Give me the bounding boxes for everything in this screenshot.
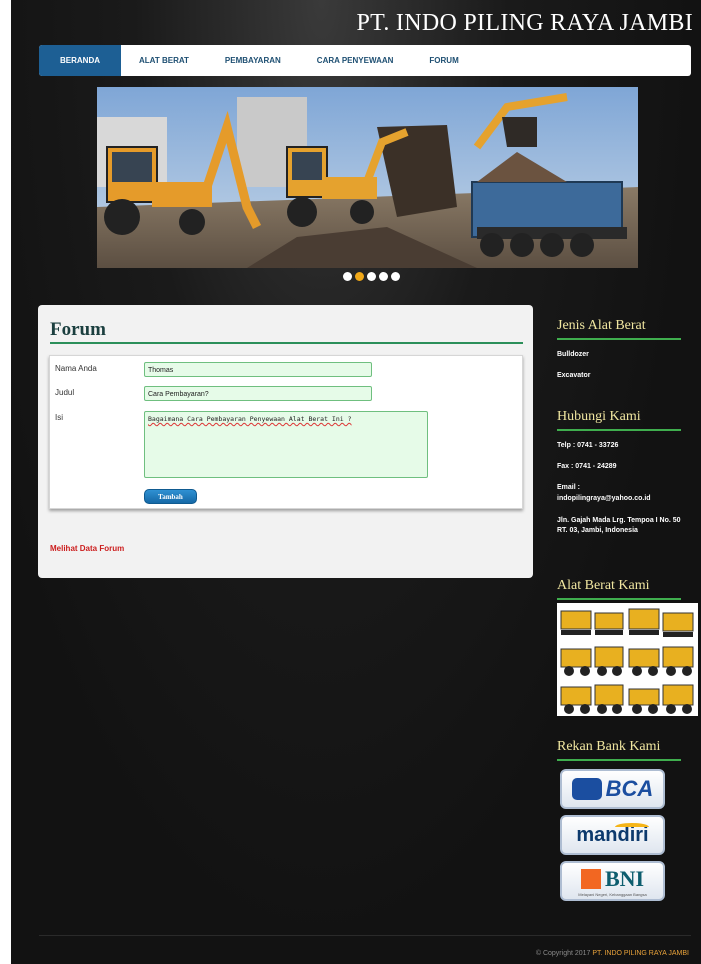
copyright: © Copyright 2017 PT. INDO PILING RAYA JA…: [536, 950, 689, 957]
slider-dots: [343, 272, 400, 281]
contact-email[interactable]: indopilingraya@yahoo.co.id: [557, 494, 681, 504]
hero-banner-image: [97, 87, 638, 268]
submit-button[interactable]: Tambah: [144, 489, 197, 504]
body-text: Bagaimana Cara Pembayaran Penyewaan Alat…: [148, 415, 352, 423]
bni-tagline: Melayani Negeri, Kebanggaan Bangsa: [578, 891, 647, 897]
heading-underline: [557, 759, 681, 761]
nav-item-beranda[interactable]: BERANDA: [39, 45, 121, 76]
page-background: PT. INDO PILING RAYA JAMBI BERANDA ALAT …: [11, 0, 701, 964]
bca-emblem-icon: [571, 778, 602, 800]
bank-partners-heading: Rekan Bank Kami: [557, 739, 661, 754]
bca-logo: BCA: [560, 769, 665, 809]
contact-address: Jln. Gajah Mada Lrg. Tempoa I No. 50 RT.…: [557, 517, 681, 534]
mandiri-wave-icon: [615, 823, 649, 831]
heading-underline: [557, 338, 681, 340]
slider-dot-1[interactable]: [343, 272, 352, 281]
nav-item-pembayaran[interactable]: PEMBAYARAN: [207, 45, 299, 76]
heading-underline: [557, 598, 681, 600]
footer-divider: [39, 935, 691, 936]
heading-underline: [557, 429, 681, 431]
mandiri-logo: mandiri: [560, 815, 665, 855]
name-input[interactable]: Thomas: [144, 362, 372, 377]
equipment-link-excavator[interactable]: Excavator: [557, 371, 681, 381]
slider-dot-2[interactable]: [355, 272, 364, 281]
contact-phone: Telp : 0741 - 33726: [557, 442, 619, 449]
contact-email-label: Email :: [557, 484, 580, 491]
forum-content-box: Forum Nama Anda Thomas Judul Cara Pembay…: [38, 305, 533, 578]
gallery-heading: Alat Berat Kami: [557, 578, 650, 593]
title-underline: [50, 342, 523, 344]
bni-logo-row: BNI: [580, 865, 645, 892]
name-label: Nama Anda: [55, 364, 97, 373]
nav-item-forum[interactable]: FORUM: [411, 45, 476, 76]
contact-fax: Fax : 0741 - 24289: [557, 463, 617, 470]
page-title: Forum: [50, 319, 106, 340]
body-textarea[interactable]: Bagaimana Cara Pembayaran Penyewaan Alat…: [144, 411, 428, 478]
forum-form: Nama Anda Thomas Judul Cara Pembayaran? …: [49, 355, 523, 509]
body-label: Isi: [55, 413, 63, 422]
equipment-link-bulldozer[interactable]: Bulldozer: [557, 350, 681, 360]
contact-heading: Hubungi Kami: [557, 409, 641, 424]
nav-item-cara-penyewaan[interactable]: CARA PENYEWAAN: [299, 45, 412, 76]
copyright-prefix: © Copyright 2017: [535, 950, 591, 957]
equipment-collage-illustration: [557, 603, 698, 716]
main-navigation: BERANDA ALAT BERAT PEMBAYARAN CARA PENYE…: [39, 45, 691, 76]
slider-dot-5[interactable]: [391, 272, 400, 281]
copyright-brand-link[interactable]: PT. INDO PILING RAYA JAMBI: [592, 950, 689, 957]
slider-dot-4[interactable]: [379, 272, 388, 281]
bni-logo: BNI Melayani Negeri, Kebanggaan Bangsa: [560, 861, 665, 901]
equipment-types-heading: Jenis Alat Berat: [557, 318, 646, 333]
bca-logo-text: BCA: [605, 776, 654, 801]
view-forum-data-link[interactable]: Melihat Data Forum: [50, 544, 124, 553]
slider-dot-3[interactable]: [367, 272, 376, 281]
bni-emblem-icon: [580, 868, 601, 889]
backhoe-loaders-illustration: [97, 87, 638, 268]
nav-item-alat-berat[interactable]: ALAT BERAT: [121, 45, 207, 76]
equipment-gallery-image: [557, 603, 698, 716]
subject-input[interactable]: Cara Pembayaran?: [144, 386, 372, 401]
subject-label: Judul: [55, 388, 75, 397]
bni-logo-text: BNI: [604, 865, 645, 891]
site-title: PT. INDO PILING RAYA JAMBI: [356, 10, 693, 36]
